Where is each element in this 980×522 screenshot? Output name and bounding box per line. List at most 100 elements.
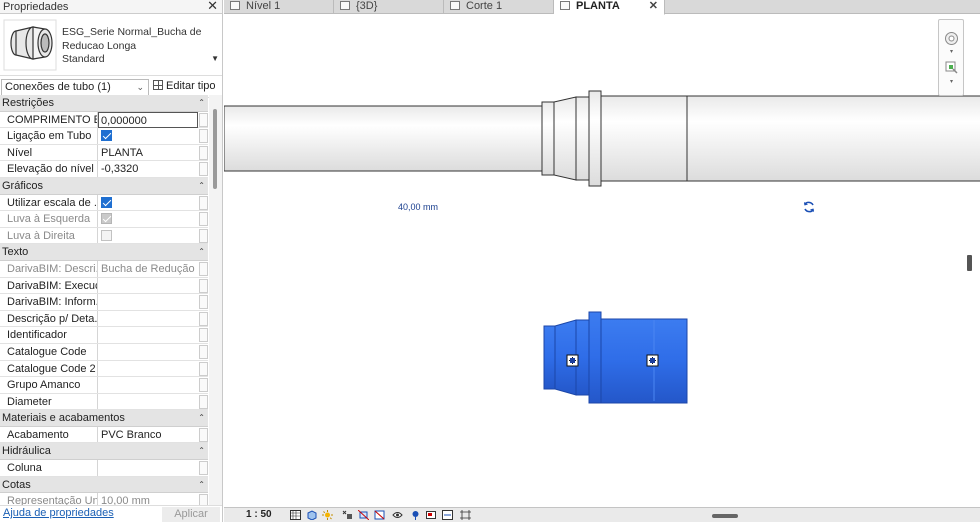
property-value-input[interactable]: 0,000000	[98, 111, 198, 128]
property-value[interactable]	[99, 278, 198, 294]
collapse-icon[interactable]: ⌃	[198, 477, 205, 493]
selected-fitting[interactable]	[543, 311, 688, 404]
associate-parameter-button[interactable]	[199, 311, 208, 326]
drawing-canvas[interactable]: 40,00 mm	[224, 15, 980, 507]
section-header[interactable]: Gráficos ⌃	[0, 177, 208, 195]
type-name-line-2: Reducao Longa	[62, 39, 137, 52]
property-value[interactable]	[99, 294, 198, 310]
associate-parameter-button[interactable]	[199, 195, 208, 210]
property-value[interactable]	[99, 377, 198, 393]
section-header[interactable]: Texto ⌃	[0, 244, 208, 261]
properties-grid: Restrições⌃COMPRIMENTO E...0,000000Ligaç…	[0, 95, 208, 506]
property-value[interactable]	[99, 460, 198, 476]
zoom-icon[interactable]	[943, 60, 960, 75]
property-checkbox-cell[interactable]	[99, 128, 198, 144]
associate-parameter-button[interactable]	[199, 328, 208, 343]
property-label: Utilizar escala de ...	[0, 194, 98, 211]
shadows-icon[interactable]	[342, 510, 353, 520]
section-header[interactable]: Hidráulica ⌃	[0, 443, 208, 461]
collapse-icon[interactable]: ⌃	[198, 244, 205, 260]
temporary-hide-icon[interactable]	[392, 510, 403, 520]
property-row: Luva à Direita	[0, 227, 208, 245]
property-label: DarivaBIM: Inform...	[0, 294, 98, 310]
collapse-icon[interactable]: ⌃	[198, 178, 205, 194]
dropdown-arrow-icon[interactable]: ▾	[950, 78, 953, 85]
close-icon[interactable]: ✕	[207, 0, 218, 13]
dropdown-arrow-icon[interactable]: ▼	[211, 54, 219, 63]
canvas-hscrollbar-thumb[interactable]	[712, 514, 738, 518]
apply-button[interactable]: Aplicar	[162, 507, 220, 522]
rotate-icon[interactable]	[802, 200, 816, 214]
drawing-area[interactable]	[224, 15, 980, 507]
associate-parameter-button[interactable]	[199, 361, 208, 376]
view-scale[interactable]: 1 : 50	[246, 509, 272, 520]
reveal-constraints-icon[interactable]	[460, 510, 471, 520]
sun-path-icon[interactable]	[322, 510, 333, 520]
property-value[interactable]	[99, 394, 198, 410]
associate-parameter-button[interactable]	[199, 228, 208, 243]
associate-parameter-button[interactable]	[199, 112, 208, 127]
dimension-label[interactable]: 40,00 mm	[398, 202, 438, 212]
canvas-scrollbar-thumb[interactable]	[967, 255, 972, 271]
crop-view-icon[interactable]	[358, 510, 369, 520]
property-value[interactable]	[99, 311, 198, 327]
associate-parameter-button[interactable]	[199, 427, 208, 442]
section-header[interactable]: Cotas ⌃	[0, 476, 208, 494]
section-header[interactable]: Materiais e acabamentos ⌃	[0, 410, 208, 427]
properties-footer: Ajuda de propriedades Aplicar	[0, 505, 222, 522]
property-checkbox-cell[interactable]	[99, 195, 198, 211]
instance-filter-dropdown[interactable]: Conexões de tubo (1) ⌄	[1, 79, 149, 96]
collapse-icon[interactable]: ⌃	[198, 443, 205, 459]
type-selector[interactable]: ESG_Serie Normal_Bucha de Reducao Longa …	[0, 14, 222, 76]
property-value[interactable]	[99, 327, 198, 343]
tab-3d[interactable]: {3D}	[334, 0, 444, 14]
dropdown-arrow-icon[interactable]: ▾	[950, 48, 953, 55]
section-header[interactable]: Restrições ⌃	[0, 95, 208, 112]
associate-parameter-button[interactable]	[199, 378, 208, 393]
property-label: Luva à Direita	[0, 227, 98, 244]
property-value[interactable]	[99, 361, 198, 377]
properties-scrollbar[interactable]	[209, 95, 222, 506]
detail-level-icon[interactable]	[290, 510, 301, 520]
associate-parameter-button[interactable]	[199, 278, 208, 293]
tab-corte-1[interactable]: Corte 1	[444, 0, 554, 14]
tab-nivel-1[interactable]: Nível 1	[224, 0, 334, 14]
analytical-model-icon[interactable]	[442, 510, 453, 520]
steering-wheel-icon[interactable]	[943, 31, 960, 46]
collapse-icon[interactable]: ⌃	[198, 410, 205, 426]
associate-parameter-button[interactable]	[199, 162, 208, 177]
property-value[interactable]: PLANTA	[99, 145, 198, 161]
section-header-label: Materiais e acabamentos	[2, 412, 125, 425]
tab-planta[interactable]: PLANTA ✕	[554, 0, 665, 15]
help-link[interactable]: Ajuda de propriedades	[3, 507, 114, 519]
property-row: Acabamento PVC Branco	[0, 426, 208, 444]
property-value[interactable]: -0,3320	[99, 161, 198, 177]
associate-parameter-button[interactable]	[199, 261, 208, 276]
associate-parameter-button[interactable]	[199, 129, 208, 144]
associate-parameter-button[interactable]	[199, 394, 208, 409]
close-tab-icon[interactable]: ✕	[649, 0, 658, 13]
associate-parameter-button[interactable]	[199, 145, 208, 160]
checkbox[interactable]	[101, 196, 112, 208]
show-crop-icon[interactable]	[374, 510, 385, 520]
associate-parameter-button[interactable]	[199, 212, 208, 227]
property-label: Nível	[0, 144, 98, 161]
scrollbar-thumb[interactable]	[213, 109, 217, 189]
edit-type-button[interactable]: Editar tipo	[153, 79, 216, 96]
associate-parameter-button[interactable]	[199, 344, 208, 359]
property-value[interactable]: PVC Branco	[99, 427, 198, 443]
visual-style-icon[interactable]	[306, 510, 317, 520]
reveal-hidden-icon[interactable]	[410, 510, 421, 520]
connector-grip[interactable]	[566, 354, 579, 367]
connector-grip[interactable]	[646, 354, 659, 367]
property-label: Identificador	[0, 327, 98, 343]
temporary-view-properties-icon[interactable]	[426, 510, 437, 520]
associate-parameter-button[interactable]	[199, 295, 208, 310]
property-value[interactable]	[99, 344, 198, 360]
pipe-elevation[interactable]	[224, 90, 980, 187]
associate-parameter-button[interactable]	[199, 461, 208, 476]
property-row: Descrição p/ Deta...	[0, 310, 208, 328]
collapse-icon[interactable]: ⌃	[198, 95, 205, 111]
checkbox[interactable]	[101, 130, 112, 142]
property-row: Identificador	[0, 327, 208, 344]
